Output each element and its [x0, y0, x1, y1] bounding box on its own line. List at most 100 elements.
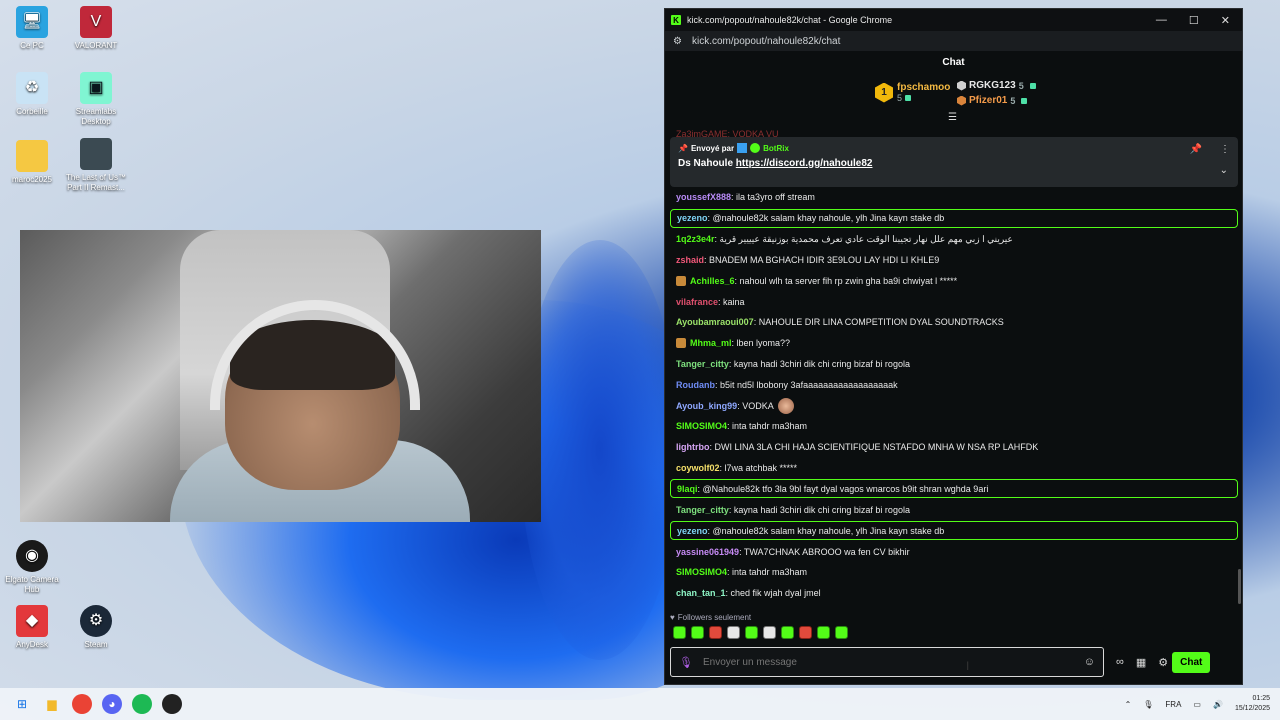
pinned-message[interactable]: 📌 Envoyé par BotRix Ds Nahoule https://d… — [670, 137, 1238, 187]
chat-message[interactable]: SIMOSIMO4: inta tahdr ma3ham — [670, 416, 1238, 437]
desktop-icon-recycle-bin[interactable]: ♻ Corbeille — [0, 72, 64, 117]
chat-username[interactable]: chan_tan_1 — [676, 588, 726, 598]
start-icon[interactable]: ⊞ — [12, 694, 32, 714]
address-bar[interactable]: ⚙ kick.com/popout/nahoule82k/chat — [665, 31, 1242, 51]
chat-username[interactable]: yassine061949 — [676, 547, 739, 557]
volume-icon[interactable]: 🔊 — [1213, 700, 1223, 709]
desktop-icon-folder[interactable]: maroc2025 — [0, 140, 64, 185]
file-explorer-icon[interactable]: ▆ — [42, 694, 62, 714]
language-indicator[interactable]: FRA — [1165, 700, 1181, 709]
chat-message[interactable]: Tanger_citty: kayna hadi 3chiri dik chi … — [670, 499, 1238, 520]
chat-username[interactable]: Roudanb — [676, 380, 715, 390]
settings-gear-icon[interactable]: ⚙ — [1158, 656, 1168, 669]
chat-username[interactable]: coywolf02 — [676, 463, 720, 473]
chat-message[interactable]: chan_tan_1: ched fik wjah dyal jmel — [670, 583, 1238, 604]
chat-username[interactable]: 9laqi — [677, 484, 698, 494]
chat-username[interactable]: SIMOSIMO4 — [676, 421, 727, 431]
emote-icon[interactable] — [745, 626, 758, 639]
chevron-down-icon[interactable]: ⌄ — [1220, 165, 1228, 176]
desktop-icon-streamlabs[interactable]: ▣ Streamlabs Desktop — [64, 72, 128, 127]
emoji-picker-icon[interactable]: ☺ — [1084, 656, 1095, 668]
chat-message[interactable]: vilafrance: kaina — [670, 291, 1238, 312]
chat-message[interactable]: Tanger_citty: kayna hadi 3chiri dik chi … — [670, 354, 1238, 375]
more-options-icon[interactable]: ⋮ — [1220, 144, 1230, 155]
chat-message[interactable]: Mhma_ml: lben lyoma?? — [670, 333, 1238, 354]
community-points-icon[interactable]: ∞ — [1116, 656, 1124, 668]
emote-icon[interactable] — [817, 626, 830, 639]
minimize-icon[interactable]: — — [1156, 14, 1167, 27]
chat-username[interactable]: youssefX888 — [676, 192, 731, 202]
spotify-icon[interactable] — [132, 694, 152, 714]
microphone-tray-icon[interactable]: 🎙 — [1143, 700, 1153, 709]
chat-message[interactable]: coywolf02: l7wa atchbak ***** — [670, 458, 1238, 479]
collapse-leaderboard-icon[interactable]: ☰ — [948, 112, 957, 123]
emote-icon[interactable] — [673, 626, 686, 639]
chat-username[interactable]: yezeno — [677, 213, 708, 223]
window-titlebar[interactable]: K kick.com/popout/nahoule82k/chat - Goog… — [665, 9, 1242, 31]
emote-icon[interactable] — [835, 626, 848, 639]
chat-message[interactable]: zshaid: BNADEM MA BGHACH IDIR 3E9LOU LAY… — [670, 250, 1238, 271]
chat-username[interactable]: yezeno — [677, 526, 708, 536]
leaderboard-second[interactable]: RGKG123 5 — [957, 78, 1036, 93]
desktop-icon-valorant[interactable]: V VALORANT — [64, 6, 128, 51]
clock[interactable]: 01:25 15/12/2025 — [1235, 694, 1270, 714]
chat-username[interactable]: Achilles_6 — [690, 276, 735, 286]
desktop-icon-steam[interactable]: ⚙ Steam — [64, 605, 128, 650]
close-icon[interactable]: ✕ — [1221, 14, 1230, 27]
site-settings-icon[interactable]: ⚙ — [673, 36, 682, 47]
chat-username[interactable]: SIMOSIMO4 — [676, 567, 727, 577]
emote-icon[interactable] — [781, 626, 794, 639]
pinned-link[interactable]: https://discord.gg/nahoule82 — [736, 158, 873, 169]
chevron-up-icon[interactable]: ⌃ — [1125, 700, 1132, 709]
chat-username[interactable]: Tanger_citty — [676, 505, 729, 515]
desktop-icon-anydesk[interactable]: ◆ AnyDesk — [0, 605, 64, 650]
desktop-icon-elgato[interactable]: ◉ Elgato Camera Hub — [0, 540, 64, 595]
chat-username[interactable]: Tanger_citty — [676, 359, 729, 369]
unpin-icon[interactable]: 📌 — [1190, 144, 1202, 155]
chat-username[interactable]: Ayoub_king99 — [676, 401, 737, 411]
chat-message[interactable]: lightrbo: DWI LINA 3LA CHI HAJA SCIENTIF… — [670, 437, 1238, 458]
emote-icon[interactable] — [727, 626, 740, 639]
chat-message-input[interactable] — [702, 656, 1084, 668]
chat-message[interactable]: Ayoub_king99: VODKA — [670, 395, 1238, 416]
chat-message[interactable]: Achilles_6: nahoul wlh ta server fih rp … — [670, 270, 1238, 291]
chat-messages[interactable]: youssefX888: ila ta3yro off stream yezeno… — [670, 187, 1238, 604]
chat-scrollbar[interactable] — [1238, 569, 1241, 604]
discord-icon[interactable]: ◕ — [102, 694, 122, 714]
chat-message[interactable]: Ayoubamraoui007: NAHOULE DIR LINA COMPET… — [670, 312, 1238, 333]
emote-icon[interactable] — [799, 626, 812, 639]
pinned-bot-name[interactable]: BotRix — [763, 144, 789, 153]
microphone-icon[interactable]: 🎙 — [679, 656, 693, 669]
chat-message[interactable]: yezeno: @nahoule82k salam khay nahoule, … — [670, 208, 1238, 228]
address-url[interactable]: kick.com/popout/nahoule82k/chat — [692, 36, 840, 47]
network-icon[interactable]: ▭ — [1193, 700, 1201, 709]
chat-username[interactable]: Mhma_ml — [690, 338, 732, 348]
chrome-window[interactable]: K kick.com/popout/nahoule82k/chat - Goog… — [664, 8, 1243, 685]
chat-message[interactable]: SIMOSIMO4: inta tahdr ma3ham — [670, 562, 1238, 583]
leaderboard-third[interactable]: Pfizer01 5 — [957, 93, 1036, 108]
emote-icon[interactable] — [763, 626, 776, 639]
chat-message[interactable]: 1q2z3e4r: عيريني ا زبي مهم علل نهار تجيب… — [670, 229, 1238, 250]
chat-username[interactable]: 1q2z3e4r — [676, 234, 715, 244]
chat-message[interactable]: 9laqi: @Nahoule82k tfo 3la 9bl fayt dyal… — [670, 479, 1238, 499]
chat-message[interactable]: yassine061949: TWA7CHNAK ABROOO wa fen C… — [670, 541, 1238, 562]
obs-icon[interactable] — [162, 694, 182, 714]
send-chat-button[interactable]: Chat — [1172, 651, 1211, 673]
chat-username[interactable]: lightrbo — [676, 442, 710, 452]
pinned-text: Ds Nahoule — [678, 158, 734, 169]
chat-message[interactable]: yezeno: @nahoule82k salam khay nahoule, … — [670, 521, 1238, 541]
chat-message[interactable]: Roudanb: b5it nd5l lbobony 3afaaaaaaaaaa… — [670, 374, 1238, 395]
store-icon[interactable]: ▦ — [1136, 656, 1146, 669]
chrome-icon[interactable] — [72, 694, 92, 714]
leaderboard-first[interactable]: 1 fpschamoo 5 — [875, 82, 950, 103]
chat-username[interactable]: zshaid — [676, 255, 704, 265]
desktop-icon-this-pc[interactable]: 🖥 Ce PC — [0, 6, 64, 51]
chat-input-box[interactable]: 🎙 ☺ — [670, 647, 1104, 677]
emote-icon[interactable] — [691, 626, 704, 639]
maximize-icon[interactable]: ☐ — [1189, 14, 1199, 27]
emote-icon[interactable] — [709, 626, 722, 639]
desktop-icon-last-of-us[interactable]: The Last of Us™ Part II Remast... — [64, 138, 128, 193]
chat-message[interactable]: youssefX888: ila ta3yro off stream — [670, 187, 1238, 208]
chat-username[interactable]: Ayoubamraoui007 — [676, 317, 754, 327]
chat-username[interactable]: vilafrance — [676, 297, 718, 307]
